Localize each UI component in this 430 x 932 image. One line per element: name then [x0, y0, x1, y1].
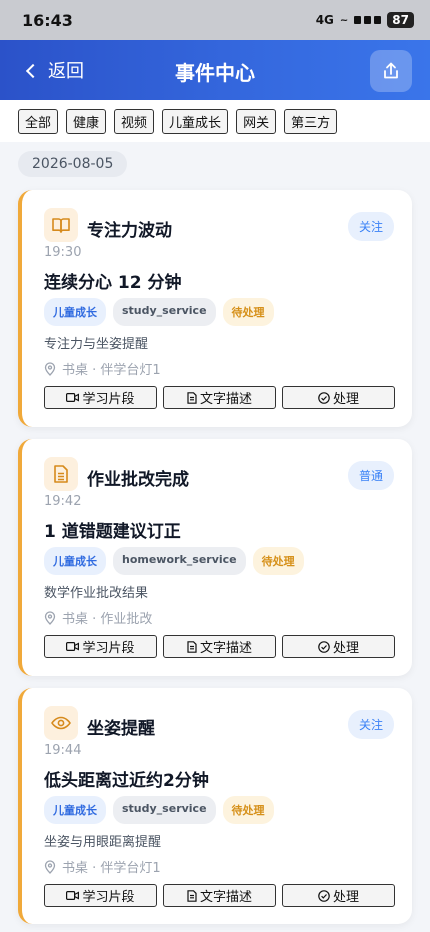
filter-bar: 全部 健康 视频 儿童成长 网关 第三方 [0, 100, 430, 142]
back-button[interactable]: 返回 [25, 57, 84, 83]
location-pin-icon [44, 610, 56, 625]
event-title: 坐姿提醒 [87, 719, 155, 739]
category-tag: 儿童成长 [44, 796, 106, 824]
document-icon [44, 457, 78, 491]
study-clip-button[interactable]: 学习片段 [44, 386, 157, 409]
event-title: 专注力波动 [87, 221, 172, 241]
service-tag: study_service [113, 796, 216, 824]
action-row: 学习片段 文字描述 处理 [44, 635, 395, 658]
location-text: 书桌 · 伴学台灯1 [62, 861, 161, 876]
study-clip-label: 学习片段 [82, 641, 135, 656]
event-location: 书桌 · 伴学台灯1 [44, 359, 161, 378]
filter-all[interactable]: 全部 [18, 108, 59, 134]
event-time: 19:30 [44, 245, 82, 260]
action-row: 学习片段 文字描述 处理 [44, 884, 395, 907]
network-label: 4G [315, 13, 334, 27]
status-tag: 待处理 [222, 796, 274, 824]
share-button[interactable] [370, 50, 412, 92]
text-description-button[interactable]: 文字描述 [163, 386, 276, 409]
event-headline: 连续分心 12 分钟 [44, 273, 182, 293]
handle-label: 处理 [332, 641, 359, 656]
filter-third-party[interactable]: 第三方 [284, 108, 338, 134]
status-time: 16:43 [22, 10, 73, 30]
priority-badge: 普通 [347, 461, 394, 490]
location-text: 书桌 · 伴学台灯1 [62, 363, 161, 378]
action-row: 学习片段 文字描述 处理 [44, 386, 395, 409]
event-location: 书桌 · 作业批改 [44, 608, 152, 627]
handle-button[interactable]: 处理 [282, 635, 395, 658]
study-clip-button[interactable]: 学习片段 [44, 884, 157, 907]
tag-row: 儿童成长 homework_service 待处理 [44, 547, 304, 575]
handle-button[interactable]: 处理 [282, 884, 395, 907]
video-icon [66, 393, 80, 403]
study-clip-label: 学习片段 [82, 890, 135, 905]
chevron-left-icon [25, 63, 41, 78]
event-location: 书桌 · 伴学台灯1 [44, 857, 161, 876]
event-time: 19:44 [44, 743, 82, 758]
handle-button[interactable]: 处理 [282, 386, 395, 409]
event-time: 19:42 [44, 494, 82, 509]
category-tag: 儿童成长 [44, 298, 106, 326]
study-clip-button[interactable]: 学习片段 [44, 635, 157, 658]
check-circle-icon [318, 391, 330, 404]
filter-video[interactable]: 视频 [114, 108, 155, 134]
event-card[interactable]: 坐姿提醒 关注 19:44 低头距离过近约2分钟 儿童成长 study_serv… [18, 688, 412, 924]
video-icon [66, 642, 80, 652]
status-tag: 待处理 [222, 298, 274, 326]
location-pin-icon [44, 859, 56, 874]
priority-badge: 关注 [347, 710, 394, 739]
location-text: 书桌 · 作业批改 [62, 612, 153, 627]
book-icon [44, 208, 78, 242]
tag-row: 儿童成长 study_service 待处理 [44, 298, 274, 326]
service-tag: study_service [113, 298, 216, 326]
text-description-label: 文字描述 [199, 890, 252, 905]
app-header: 返回 事件中心 [0, 40, 430, 100]
study-clip-label: 学习片段 [82, 392, 135, 407]
event-description: 坐姿与用眼距离提醒 [44, 835, 162, 850]
status-indicators: 4G ~ 87 [316, 12, 414, 28]
handle-label: 处理 [332, 890, 359, 905]
filter-child-growth[interactable]: 儿童成长 [162, 108, 229, 134]
text-description-label: 文字描述 [199, 641, 252, 656]
signal-icon [354, 16, 382, 24]
document-icon [187, 889, 197, 902]
filter-health[interactable]: 健康 [66, 108, 107, 134]
eye-icon [44, 706, 78, 740]
category-tag: 儿童成长 [44, 547, 106, 575]
text-description-button[interactable]: 文字描述 [163, 884, 276, 907]
priority-badge: 关注 [347, 212, 394, 241]
battery-indicator: 87 [387, 12, 414, 28]
event-card[interactable]: 作业批改完成 普通 19:42 1 道错题建议订正 儿童成长 homework_… [18, 439, 412, 676]
wifi-icon: ~ [339, 14, 349, 26]
date-group-label: 2026-08-05 [18, 151, 128, 177]
back-label: 返回 [48, 61, 84, 82]
share-icon [384, 62, 398, 79]
filter-gateway[interactable]: 网关 [236, 108, 277, 134]
event-card[interactable]: 专注力波动 关注 19:30 连续分心 12 分钟 儿童成长 study_ser… [18, 190, 412, 427]
event-description: 数学作业批改结果 [44, 586, 149, 601]
location-pin-icon [44, 361, 56, 376]
service-tag: homework_service [113, 547, 246, 575]
document-icon [187, 640, 197, 653]
handle-label: 处理 [332, 392, 359, 407]
video-icon [66, 891, 80, 901]
check-circle-icon [318, 889, 330, 902]
text-description-button[interactable]: 文字描述 [163, 635, 276, 658]
text-description-label: 文字描述 [199, 392, 252, 407]
status-bar: 16:43 4G ~ 87 [0, 0, 430, 40]
status-tag: 待处理 [252, 547, 304, 575]
document-icon [187, 391, 197, 404]
tag-row: 儿童成长 study_service 待处理 [44, 796, 274, 824]
event-title: 作业批改完成 [87, 470, 189, 490]
event-description: 专注力与坐姿提醒 [44, 337, 149, 352]
event-headline: 低头距离过近约2分钟 [44, 771, 209, 791]
check-circle-icon [318, 640, 330, 653]
event-headline: 1 道错题建议订正 [44, 522, 181, 542]
